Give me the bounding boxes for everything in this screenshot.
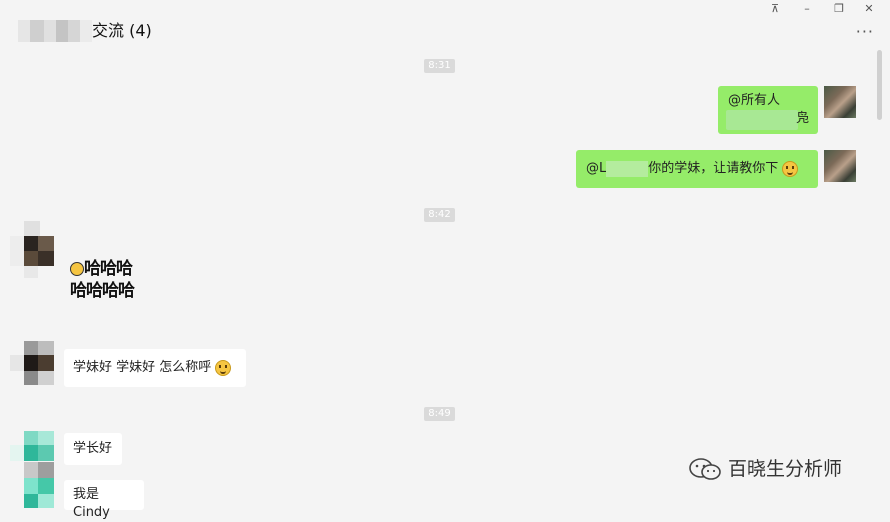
watermark-text: 百晓生分析师 [728, 458, 843, 480]
timestamp: 8:42 [424, 208, 455, 222]
watermark: 百晓生分析师 [688, 455, 842, 483]
member-avatar[interactable] [10, 221, 56, 279]
message-bubble-received[interactable]: 学长好 [64, 433, 122, 465]
member-avatar[interactable] [10, 431, 56, 463]
chat-window: 交流 (4) ⊼ – ❐ ✕ ··· 8:31 @所有人 凫 @L 你的学妹，让请… [0, 0, 890, 520]
my-avatar[interactable] [824, 150, 856, 182]
message-bubble-sent[interactable]: @L 你的学妹，让请教你下 [576, 150, 818, 188]
sticker-text: 哈哈哈 [84, 259, 133, 279]
maximize-icon[interactable]: ❐ [828, 0, 850, 18]
blurred-group-name [18, 20, 92, 42]
grin-emoji-icon [782, 160, 799, 177]
message-text: 学妹好 学妹好 怎么称呼 [73, 360, 212, 375]
scrollbar[interactable] [877, 50, 882, 120]
timestamp: 8:49 [424, 407, 455, 421]
message-text: 我是Cindy [73, 487, 110, 520]
message-text-tail: 凫 [796, 111, 810, 126]
blurred-text [606, 160, 649, 177]
message-text: @所有人 [728, 93, 781, 108]
sticker-haha[interactable]: 哈哈哈 哈哈哈哈 [70, 258, 135, 302]
my-avatar[interactable] [824, 86, 856, 118]
more-options-icon[interactable]: ··· [856, 24, 874, 40]
chat-title: 交流 (4) [92, 21, 152, 40]
sticker-text: 哈哈哈哈 [70, 281, 135, 301]
mention-prefix: @L [586, 161, 607, 176]
member-avatar[interactable] [10, 462, 56, 508]
laughing-emoji-icon [70, 262, 84, 276]
message-text: 你的学妹，让请教你下 [648, 161, 779, 176]
pin-icon[interactable]: ⊼ [764, 0, 786, 18]
message-text: 学长好 [73, 441, 113, 456]
message-bubble-received[interactable]: 我是Cindy [64, 480, 144, 520]
message-bubble-sent[interactable]: @所有人 凫 [718, 86, 818, 134]
timestamp: 8:31 [424, 59, 455, 73]
title-bar: 交流 (4) ⊼ – ❐ ✕ ··· [0, 0, 890, 60]
close-icon[interactable]: ✕ [858, 0, 880, 18]
smile-emoji-icon [215, 359, 232, 376]
member-avatar[interactable] [10, 341, 56, 387]
wechat-icon [689, 458, 721, 480]
minimize-icon[interactable]: – [796, 0, 818, 18]
message-bubble-received[interactable]: 学妹好 学妹好 怎么称呼 [64, 349, 246, 387]
blurred-text [726, 110, 798, 130]
